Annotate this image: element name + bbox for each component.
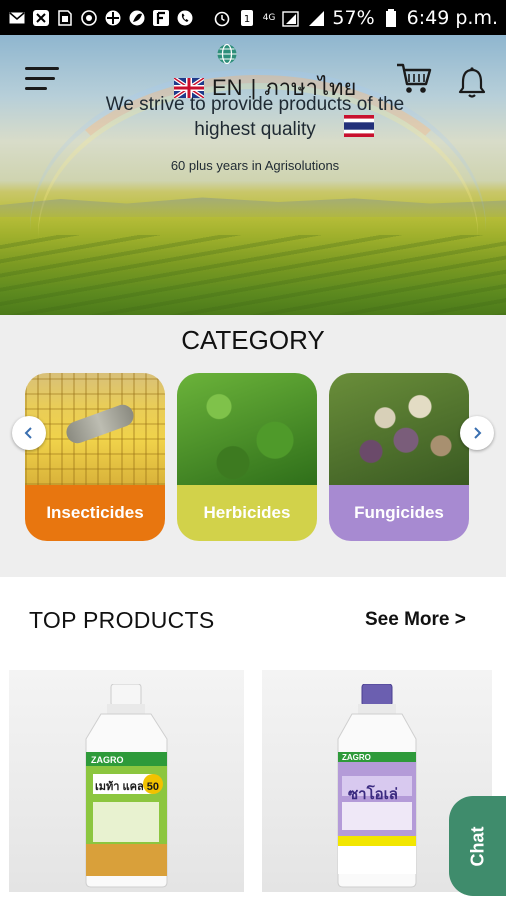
chevron-right-icon xyxy=(474,427,482,439)
system-status: 1 4G 57% 6:49 p.m. xyxy=(213,7,498,29)
see-more-link[interactable]: See More > xyxy=(365,609,466,631)
corn-worm-image xyxy=(25,373,165,485)
hero-subline: 60 plus years in Agrisolutions xyxy=(170,158,340,173)
category-label: Herbicides xyxy=(177,485,317,541)
product-name: ซาโอเล่ xyxy=(348,786,398,803)
diseased-grapes-image xyxy=(329,373,469,485)
sim-card-icon xyxy=(56,9,74,27)
network-type: 4G xyxy=(262,12,276,23)
category-carousel[interactable]: Insecticides Herbicides Fungicides xyxy=(25,373,470,541)
notification-bell-icon[interactable] xyxy=(457,66,487,100)
mail-icon xyxy=(8,9,26,27)
chat-label: Chat xyxy=(467,826,487,866)
product-brand: ZAGRO xyxy=(91,755,124,765)
chevron-left-icon xyxy=(24,427,32,439)
chat-button[interactable]: Chat xyxy=(449,796,506,896)
product-brand: ZAGRO xyxy=(342,753,371,762)
battery-icon xyxy=(382,8,400,27)
thai-flag-icon[interactable] xyxy=(344,115,374,137)
f-app-icon xyxy=(152,9,170,27)
shopping-cart-icon[interactable] xyxy=(396,62,432,96)
leaf-app-icon xyxy=(128,9,146,27)
signal-icon xyxy=(282,9,300,27)
weed-leaves-image xyxy=(177,373,317,485)
category-card-herbicides[interactable]: Herbicides xyxy=(177,373,317,541)
whatsapp-icon xyxy=(80,9,98,27)
vibrate-icon: 1 xyxy=(238,9,256,27)
status-bar: 1 4G 57% 6:49 p.m. xyxy=(0,0,506,35)
hero-crop-rows xyxy=(0,235,506,315)
carousel-prev-button[interactable] xyxy=(12,416,46,450)
signal-bars-icon xyxy=(307,9,325,27)
notification-icons xyxy=(8,9,194,27)
svg-text:1: 1 xyxy=(244,14,250,25)
chat-bubble-icon xyxy=(32,9,50,27)
product-card[interactable]: ZAGRO เมท้า แคล 50 xyxy=(9,670,244,892)
grid-app-icon xyxy=(104,9,122,27)
alarm-icon xyxy=(213,9,231,27)
hamburger-menu-icon[interactable] xyxy=(25,67,59,91)
product-name: เมท้า แคล 50 xyxy=(95,781,159,793)
phone-call-icon xyxy=(176,9,194,27)
category-card-fungicides[interactable]: Fungicides xyxy=(329,373,469,541)
carousel-next-button[interactable] xyxy=(460,416,494,450)
category-section: CATEGORY Insecticides Herbicides Fungici… xyxy=(0,315,506,577)
category-card-insecticides[interactable]: Insecticides xyxy=(25,373,165,541)
category-label: Fungicides xyxy=(329,485,469,541)
top-products-section: TOP PRODUCTS See More > ZAGRO เมท้า แคล … xyxy=(0,577,506,900)
globe-icon[interactable] xyxy=(216,43,238,65)
top-products-title: TOP PRODUCTS xyxy=(29,607,215,633)
battery-percent: 57% xyxy=(332,6,375,29)
clock: 6:49 p.m. xyxy=(406,6,498,29)
category-title: CATEGORY xyxy=(181,325,325,355)
category-label: Insecticides xyxy=(25,485,165,541)
